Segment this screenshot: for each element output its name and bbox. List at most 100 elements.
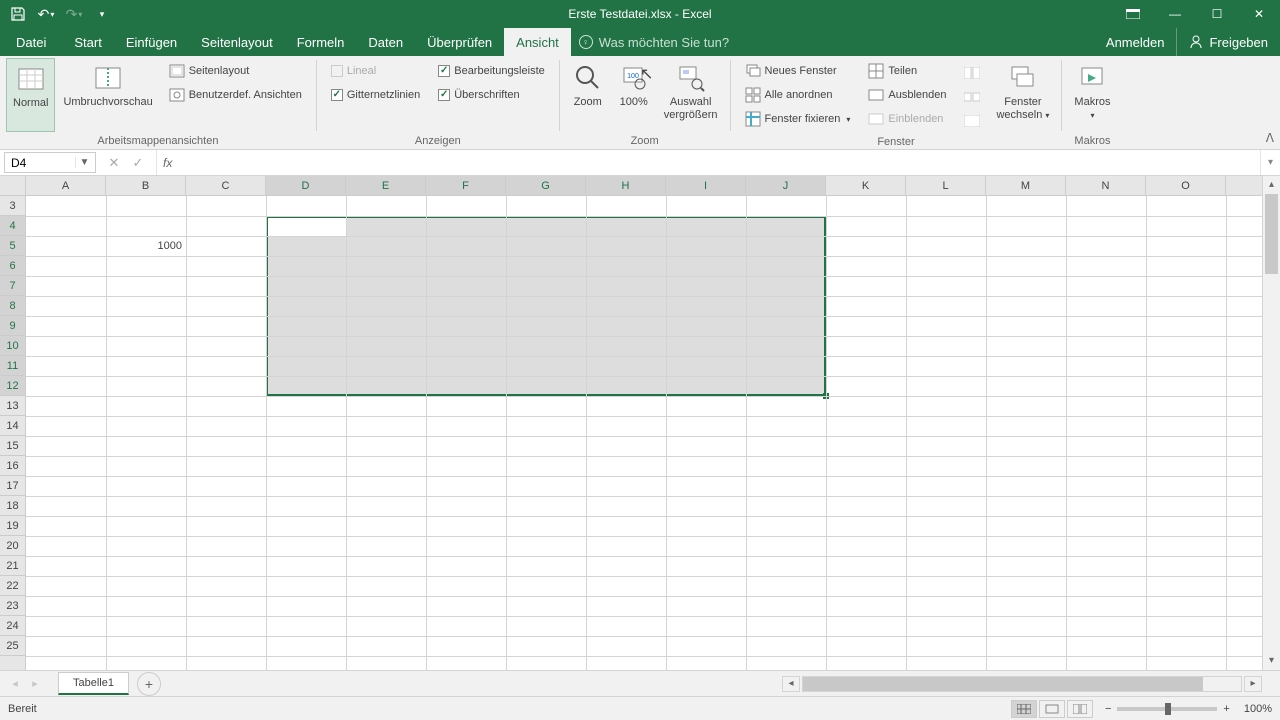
- macros-button[interactable]: Makros▾: [1068, 58, 1116, 132]
- minimize-button[interactable]: —: [1154, 0, 1196, 28]
- sheet-tab[interactable]: Tabelle1: [58, 672, 129, 695]
- reset-position-button[interactable]: [960, 110, 984, 132]
- zoom-out-button[interactable]: −: [1105, 703, 1111, 715]
- row-header-18[interactable]: 18: [0, 496, 25, 516]
- zoom-in-button[interactable]: +: [1223, 703, 1229, 715]
- formula-bar-expand[interactable]: ▾: [1260, 150, 1280, 175]
- formula-bar-checkbox[interactable]: Bearbeitungsleiste: [434, 60, 549, 82]
- select-all-corner[interactable]: [0, 176, 26, 196]
- column-header-D[interactable]: D: [266, 176, 346, 195]
- row-header-21[interactable]: 21: [0, 556, 25, 576]
- hide-button[interactable]: Ausblenden: [864, 84, 950, 106]
- row-header-14[interactable]: 14: [0, 416, 25, 436]
- row-header-4[interactable]: 4: [0, 216, 25, 236]
- zoom-selection-button[interactable]: Auswahlvergrößern: [658, 58, 724, 132]
- column-header-H[interactable]: H: [586, 176, 666, 195]
- row-header-16[interactable]: 16: [0, 456, 25, 476]
- signin-button[interactable]: Anmelden: [1094, 28, 1177, 56]
- hscroll-thumb[interactable]: [803, 677, 1203, 691]
- zoom-thumb[interactable]: [1165, 703, 1171, 715]
- pagelayout-view-button[interactable]: Seitenlayout: [165, 60, 306, 82]
- zoom-100-button[interactable]: 100100%: [612, 58, 656, 132]
- redo-button[interactable]: ↷▾: [62, 2, 86, 26]
- column-header-A[interactable]: A: [26, 176, 106, 195]
- zoom-slider[interactable]: − + 100%: [1105, 703, 1272, 715]
- row-header-5[interactable]: 5: [0, 236, 25, 256]
- column-header-G[interactable]: G: [506, 176, 586, 195]
- undo-button[interactable]: ↶▾: [34, 2, 58, 26]
- scroll-down-arrow[interactable]: ▾: [1263, 652, 1280, 670]
- gridlines-checkbox[interactable]: Gitternetzlinien: [327, 84, 424, 106]
- tab-data[interactable]: Daten: [356, 28, 415, 56]
- view-side-by-side-button[interactable]: [960, 62, 984, 84]
- pagebreak-view-shortcut[interactable]: [1067, 700, 1093, 718]
- column-header-N[interactable]: N: [1066, 176, 1146, 195]
- tab-view[interactable]: Ansicht: [504, 28, 571, 56]
- zoom-button[interactable]: Zoom: [566, 58, 610, 132]
- cell-B5[interactable]: 1000: [106, 236, 186, 256]
- hscroll-track[interactable]: [802, 676, 1242, 692]
- row-header-7[interactable]: 7: [0, 276, 25, 296]
- switch-windows-button[interactable]: Fensterwechseln ▾: [990, 58, 1055, 132]
- fx-icon[interactable]: fx: [157, 150, 178, 175]
- row-headers[interactable]: 345678910111213141516171819202122232425: [0, 196, 26, 670]
- column-header-I[interactable]: I: [666, 176, 746, 195]
- row-header-8[interactable]: 8: [0, 296, 25, 316]
- scroll-left-arrow[interactable]: ◂: [782, 676, 800, 692]
- column-header-E[interactable]: E: [346, 176, 426, 195]
- row-header-9[interactable]: 9: [0, 316, 25, 336]
- row-header-23[interactable]: 23: [0, 596, 25, 616]
- normal-view-button[interactable]: Normal: [6, 58, 55, 132]
- tab-insert[interactable]: Einfügen: [114, 28, 189, 56]
- formula-input[interactable]: [178, 150, 1260, 175]
- column-header-F[interactable]: F: [426, 176, 506, 195]
- headings-checkbox[interactable]: Überschriften: [434, 84, 549, 106]
- add-sheet-button[interactable]: +: [137, 672, 161, 696]
- column-header-B[interactable]: B: [106, 176, 186, 195]
- row-header-6[interactable]: 6: [0, 256, 25, 276]
- scroll-up-arrow[interactable]: ▴: [1263, 176, 1280, 194]
- column-header-C[interactable]: C: [186, 176, 266, 195]
- close-button[interactable]: ✕: [1238, 0, 1280, 28]
- column-header-M[interactable]: M: [986, 176, 1066, 195]
- custom-views-button[interactable]: Benutzerdef. Ansichten: [165, 84, 306, 106]
- column-header-O[interactable]: O: [1146, 176, 1226, 195]
- vscroll-thumb[interactable]: [1265, 194, 1278, 274]
- tab-start[interactable]: Start: [62, 28, 113, 56]
- qat-customize-button[interactable]: ▾: [90, 2, 114, 26]
- row-header-22[interactable]: 22: [0, 576, 25, 596]
- row-header-12[interactable]: 12: [0, 376, 25, 396]
- tab-file[interactable]: Datei: [0, 28, 62, 56]
- tell-me-search[interactable]: ♀ Was möchten Sie tun?: [571, 28, 1094, 56]
- row-header-24[interactable]: 24: [0, 616, 25, 636]
- column-header-K[interactable]: K: [826, 176, 906, 195]
- row-header-25[interactable]: 25: [0, 636, 25, 656]
- sheet-nav-next[interactable]: ▸: [26, 675, 44, 693]
- zoom-level[interactable]: 100%: [1244, 703, 1272, 715]
- new-window-button[interactable]: Neues Fenster: [741, 60, 855, 82]
- row-header-11[interactable]: 11: [0, 356, 25, 376]
- tab-review[interactable]: Überprüfen: [415, 28, 504, 56]
- name-box[interactable]: ▼: [4, 152, 96, 173]
- row-header-10[interactable]: 10: [0, 336, 25, 356]
- maximize-button[interactable]: ☐: [1196, 0, 1238, 28]
- row-header-19[interactable]: 19: [0, 516, 25, 536]
- row-header-17[interactable]: 17: [0, 476, 25, 496]
- row-header-20[interactable]: 20: [0, 536, 25, 556]
- cancel-formula-button[interactable]: ✕: [104, 155, 124, 171]
- name-box-dropdown[interactable]: ▼: [75, 157, 93, 168]
- normal-view-shortcut[interactable]: [1011, 700, 1037, 718]
- enter-formula-button[interactable]: ✓: [128, 155, 148, 171]
- arrange-all-button[interactable]: Alle anordnen: [741, 84, 855, 106]
- ribbon-options-button[interactable]: [1112, 0, 1154, 28]
- vertical-scrollbar[interactable]: ▴ ▾: [1262, 176, 1280, 670]
- pagelayout-view-shortcut[interactable]: [1039, 700, 1065, 718]
- column-headers[interactable]: ABCDEFGHIJKLMNO: [26, 176, 1262, 196]
- cell-area[interactable]: 1000: [26, 196, 1262, 670]
- row-header-13[interactable]: 13: [0, 396, 25, 416]
- horizontal-scrollbar[interactable]: ◂ ▸: [782, 676, 1280, 692]
- pagebreak-preview-button[interactable]: Umbruchvorschau: [57, 58, 158, 132]
- split-button[interactable]: Teilen: [864, 60, 950, 82]
- column-header-J[interactable]: J: [746, 176, 826, 195]
- tab-formulas[interactable]: Formeln: [285, 28, 357, 56]
